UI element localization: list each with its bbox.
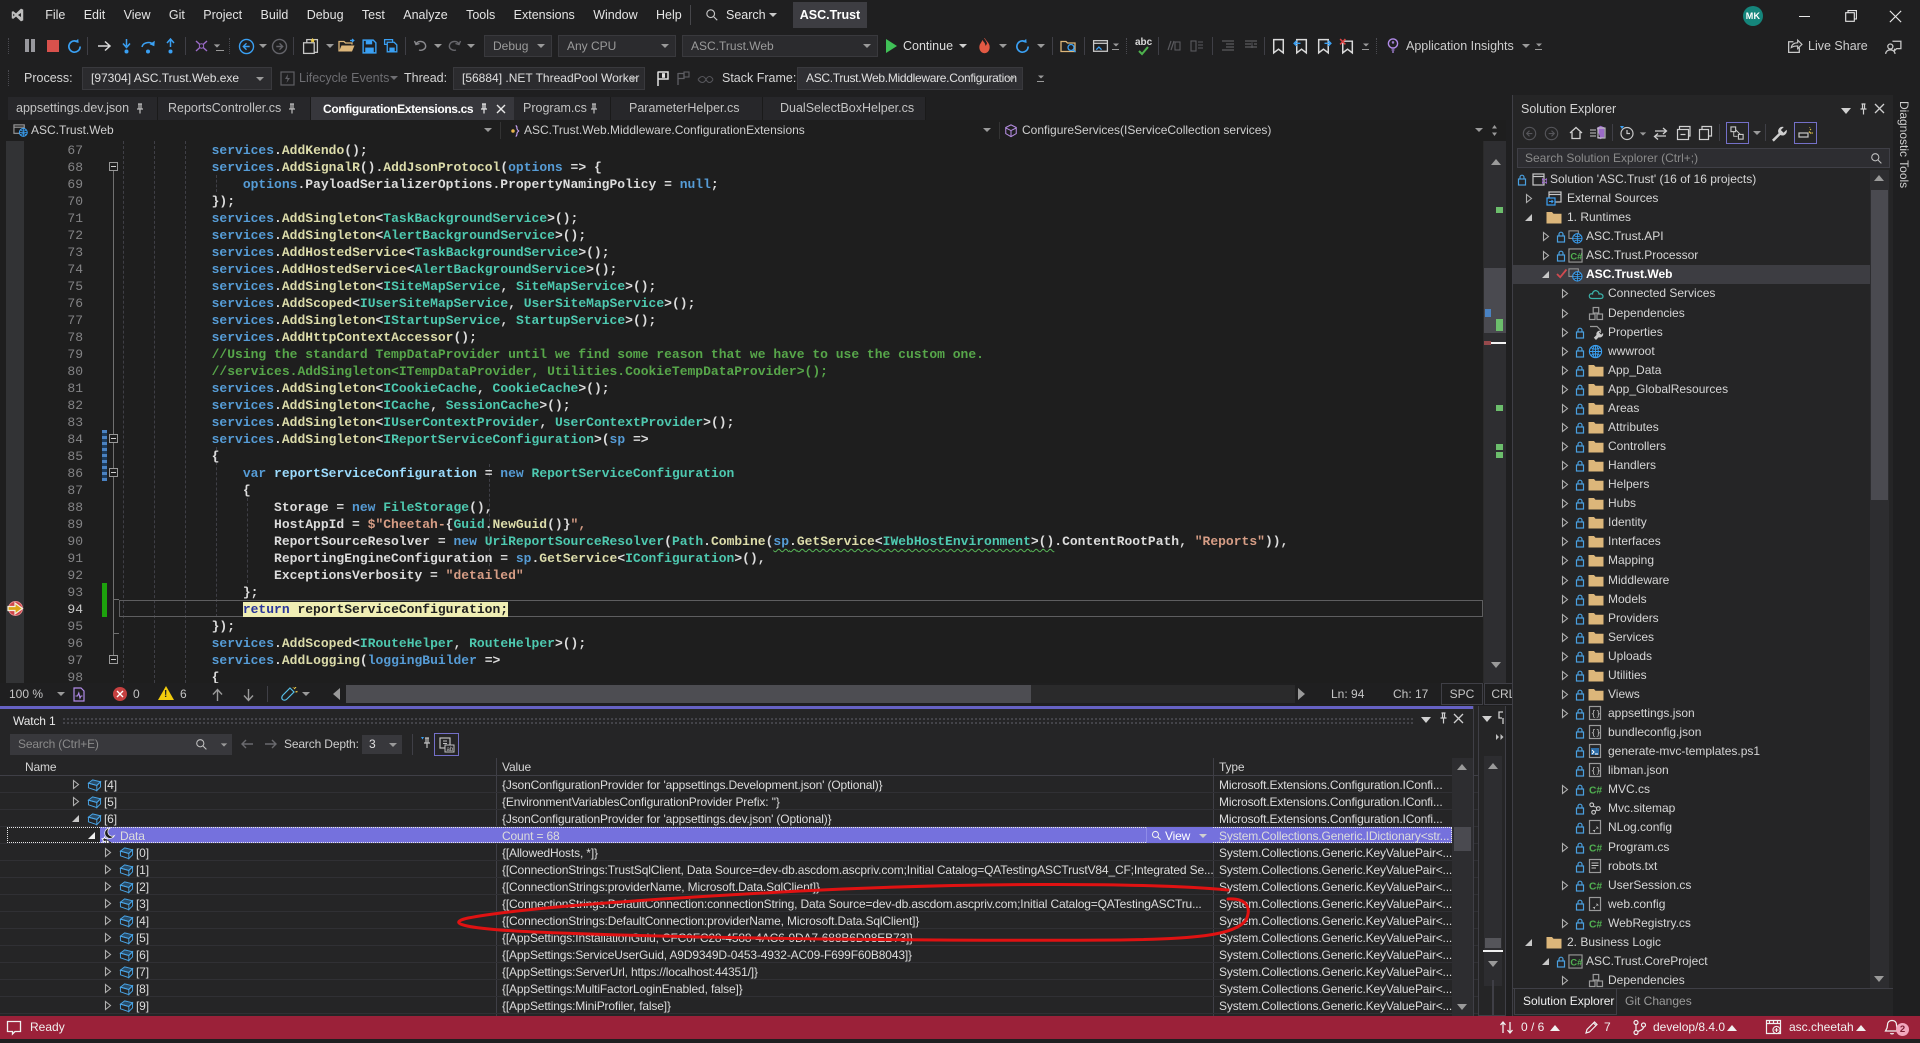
svg-text:ab: ab bbox=[447, 747, 454, 753]
svg-text:C#: C# bbox=[1570, 252, 1583, 262]
svg-text:{}: {} bbox=[1591, 728, 1601, 737]
svg-text:C#: C# bbox=[1589, 843, 1602, 854]
svg-text:C#: C# bbox=[1589, 786, 1602, 797]
svg-text:C#: C# bbox=[1570, 957, 1583, 967]
svg-text:C#: C# bbox=[1589, 919, 1602, 930]
svg-text:{}: {} bbox=[1591, 766, 1601, 775]
svg-text:{}: {} bbox=[1591, 709, 1601, 718]
svg-text:C#: C# bbox=[1589, 881, 1602, 892]
